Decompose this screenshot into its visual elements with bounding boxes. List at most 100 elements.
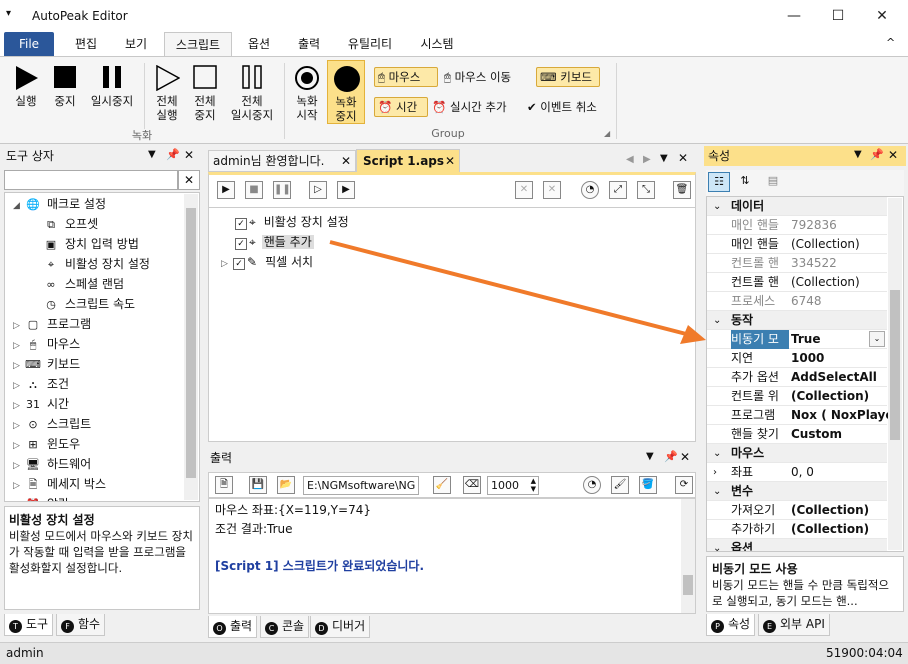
folder-icon[interactable]: 📂	[277, 476, 295, 494]
eraser-icon[interactable]: ⌫	[463, 476, 481, 494]
stop-button[interactable]: 중지	[46, 61, 84, 121]
property-row[interactable]: › 좌표 0, 0	[707, 463, 887, 482]
scroll-thumb[interactable]	[683, 575, 693, 595]
brush-icon[interactable]: 🖌	[611, 476, 629, 494]
property-row[interactable]: 추가 옵션 AddSelectAll	[707, 368, 887, 387]
tab-properties[interactable]: P 속성	[706, 614, 756, 636]
tab-script1[interactable]: Script 1.aps ✕	[356, 149, 460, 172]
property-value[interactable]: 6748	[791, 292, 822, 311]
close-tab-icon[interactable]: ✕	[445, 150, 455, 172]
dropdown-icon[interactable]: ▼	[854, 149, 862, 160]
property-row[interactable]: 가져오기 (Collection)	[707, 501, 887, 520]
toolbox-tree-item[interactable]: ⌖ 비활성 장치 설정	[43, 255, 150, 274]
realtime-add-option[interactable]: ⏰ 실시간 추가	[432, 99, 507, 115]
property-row[interactable]: 컨트롤 핸 334522	[707, 254, 887, 273]
expand-icon[interactable]: ⤢	[609, 181, 627, 199]
mouse-move-option[interactable]: 🖱 마우스 이동	[444, 69, 511, 85]
expander-icon[interactable]: ▷	[13, 437, 25, 455]
property-value[interactable]: (Collection)	[791, 387, 869, 406]
delay-stepper[interactable]: 1000 ▲ ▼	[487, 476, 539, 495]
property-value[interactable]: True	[791, 330, 820, 349]
property-row[interactable]: 프로그램 Nox ( NoxPlayer	[707, 406, 899, 425]
property-row[interactable]: 추가하기 (Collection)	[707, 520, 887, 539]
ribbon-collapse-icon[interactable]: ^	[886, 36, 895, 49]
toolbox-tree-item[interactable]: ▷ 🖥 하드웨어	[13, 455, 91, 475]
expander-icon[interactable]: ▷	[13, 337, 25, 355]
toolbox-tree-item[interactable]: ▷ ⛬ 조건	[13, 375, 69, 395]
property-value[interactable]: Nox ( NoxPlayer	[791, 406, 899, 425]
stepper-arrows-icon[interactable]: ▲ ▼	[531, 477, 536, 493]
expander-icon[interactable]: ⌄	[713, 444, 721, 463]
tab-console[interactable]: C 콘솔	[260, 616, 310, 638]
expander-icon[interactable]: ▷	[13, 417, 25, 435]
clean-icon[interactable]: 🧹	[433, 476, 451, 494]
tab-tools[interactable]: T 도구	[4, 614, 54, 636]
toolbox-tree-item[interactable]: ◢ 🌐 매크로 설정	[13, 195, 106, 215]
close-icon[interactable]: ✕	[888, 148, 898, 162]
maximize-button[interactable]: ☐	[816, 0, 860, 32]
script-item[interactable]: ✓ ⌖ 비활성 장치 설정	[235, 213, 349, 231]
toolbox-scrollbar[interactable]	[184, 194, 198, 500]
run-all-button[interactable]: 전체 실행	[148, 61, 186, 131]
script-item[interactable]: ✓ ⌖ 핸들 추가	[235, 233, 314, 251]
toolbox-tree-item[interactable]: ▷ ⊞ 윈도우	[13, 435, 80, 455]
run-script-icon[interactable]: ▶	[217, 181, 235, 199]
tab-next-icon[interactable]: ▶	[643, 154, 651, 165]
property-value[interactable]: Custom	[791, 425, 842, 444]
close-tab-icon[interactable]: ✕	[341, 151, 351, 171]
toolbox-tree-item[interactable]: ▷ ▢ 프로그램	[13, 315, 91, 335]
stop-script-icon[interactable]: ■	[245, 181, 263, 199]
property-value[interactable]: (Collection)	[791, 501, 869, 520]
menu-view[interactable]: 보기	[116, 32, 156, 56]
menu-edit[interactable]: 편집	[66, 32, 106, 56]
close-icon[interactable]: ✕	[680, 450, 690, 464]
property-row[interactable]: 핸들 찾기 Custom	[707, 425, 887, 444]
pause-button[interactable]: 일시중지	[84, 61, 140, 121]
pin-icon[interactable]: 📌	[870, 148, 884, 161]
expander-icon[interactable]: ⌄	[713, 311, 721, 330]
property-row[interactable]: 컨트롤 핸 (Collection)	[707, 273, 887, 292]
event-cancel-option[interactable]: ✔ 이벤트 취소	[527, 99, 597, 115]
property-value[interactable]: (Collection)	[791, 273, 860, 292]
expander-icon[interactable]: ⌄	[713, 482, 721, 501]
scroll-thumb[interactable]	[186, 208, 196, 478]
clear-search-icon[interactable]: ✕	[178, 170, 200, 190]
property-row[interactable]: 컨트롤 위 (Collection)	[707, 387, 887, 406]
expander-icon[interactable]: ⌄	[713, 197, 721, 216]
expander-icon[interactable]: ▷	[13, 477, 25, 495]
close-icon[interactable]: ✕	[678, 151, 688, 165]
toolbox-search-input[interactable]	[4, 170, 178, 190]
categorized-icon[interactable]: ☷	[708, 172, 730, 192]
tab-debugger[interactable]: D 디버거	[310, 616, 371, 638]
property-row[interactable]: 지연 1000	[707, 349, 887, 368]
tab-output[interactable]: O 출력	[208, 616, 258, 638]
close-button[interactable]: ✕	[860, 0, 904, 32]
save-icon[interactable]: 💾	[249, 476, 267, 494]
stop-all-button[interactable]: 전체 중지	[186, 61, 224, 131]
time-option-toggle[interactable]: ⏰ 시간	[374, 97, 428, 117]
dialog-launcher-icon[interactable]: ◢	[604, 129, 610, 138]
toolbox-tree-item[interactable]: ▣ 장치 입력 방법	[43, 235, 139, 254]
dropdown-icon[interactable]: ▼	[148, 149, 156, 160]
property-category[interactable]: ⌄ 변수	[707, 482, 887, 501]
property-value[interactable]: 0, 0	[791, 463, 814, 482]
checkbox-icon[interactable]: ✓	[235, 238, 247, 250]
record-start-button[interactable]: 녹화 시작	[288, 61, 326, 123]
property-category[interactable]: ⌄ 옵션	[707, 539, 887, 551]
quick-access-icon[interactable]: ▾	[6, 8, 11, 19]
property-row[interactable]: 비동기 모 True ⌄	[707, 330, 887, 349]
fill-icon[interactable]: 🪣	[639, 476, 657, 494]
output-scrollbar[interactable]	[681, 499, 695, 613]
expander-icon[interactable]: ▷	[13, 497, 25, 501]
toolbox-tree-item[interactable]: ▷ 🖱 마우스	[13, 335, 80, 355]
clock-icon[interactable]: ◔	[583, 476, 601, 494]
property-category[interactable]: ⌄ 마우스	[707, 444, 887, 463]
run-button[interactable]: 실행	[6, 61, 46, 121]
menu-utility[interactable]: 유틸리티	[338, 32, 402, 56]
script-item[interactable]: ▷ ✓ ✎ 픽셀 서치	[221, 253, 313, 273]
menu-options[interactable]: 옵션	[238, 32, 280, 56]
toolbox-tree-item[interactable]: ▷ 🗎 메세지 박스	[13, 475, 106, 495]
toolbox-tree-item[interactable]: ▷⏰ 알람	[13, 495, 69, 501]
toolbox-tree-item[interactable]: ▷ 31 시간	[13, 395, 69, 415]
expander-icon[interactable]: ▷	[13, 377, 25, 395]
